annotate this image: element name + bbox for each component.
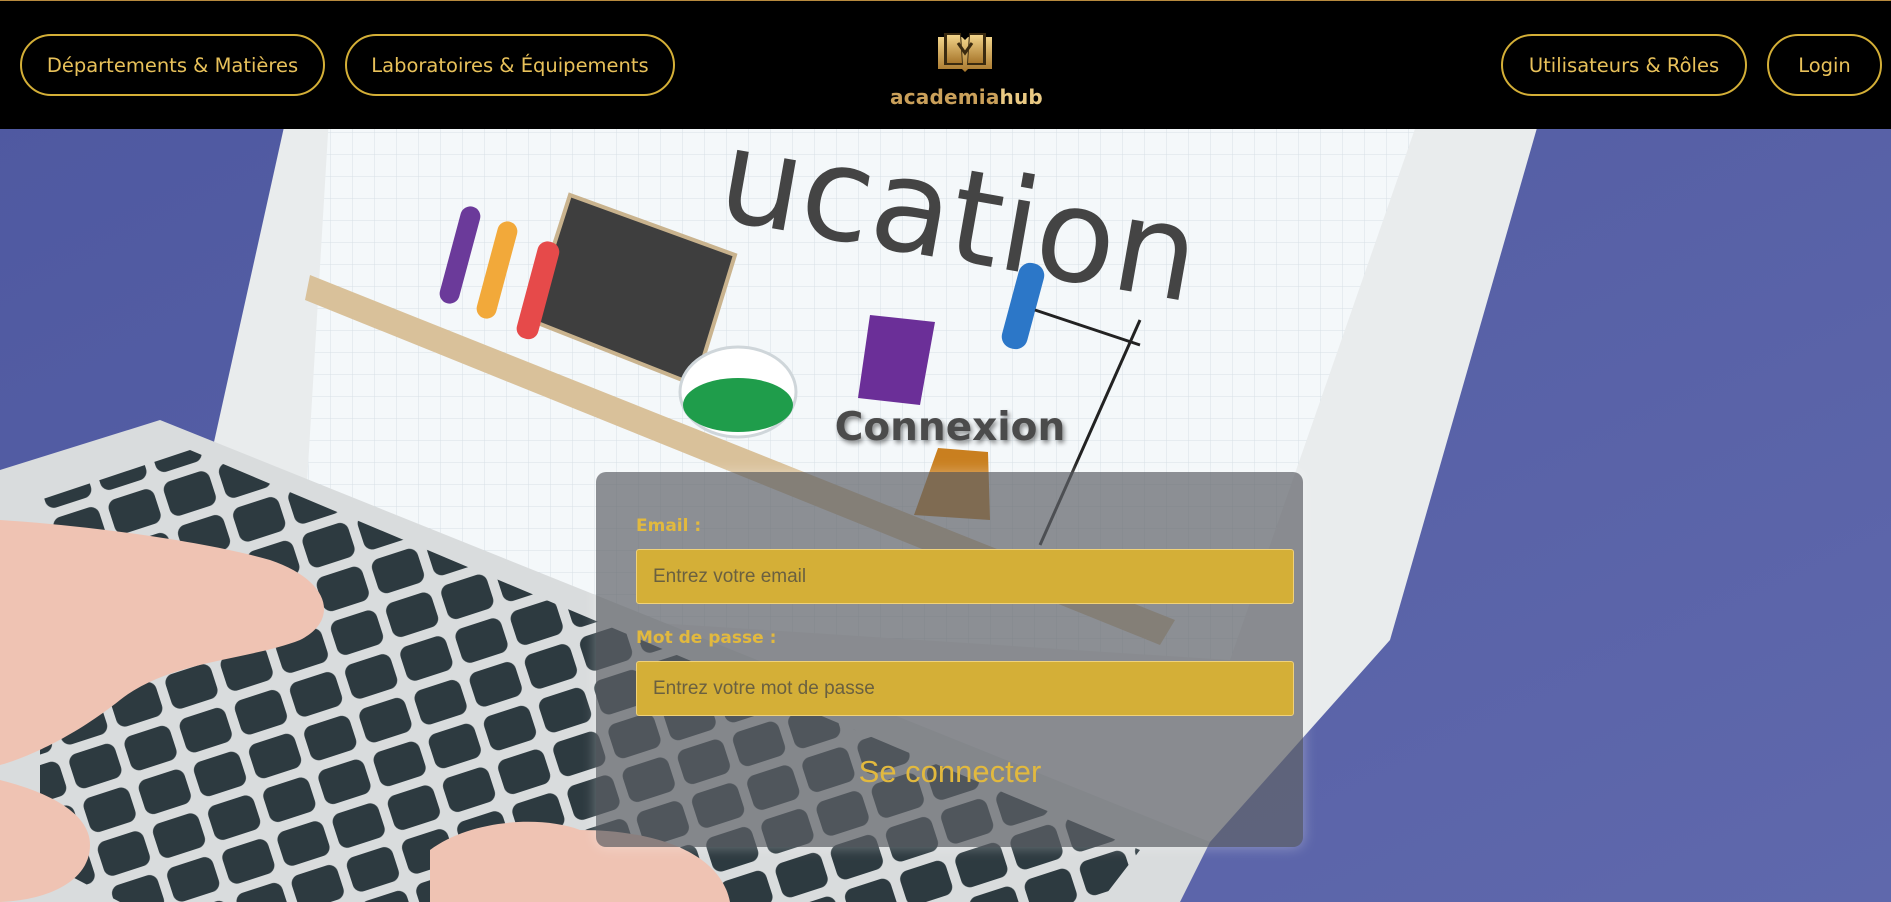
email-field[interactable] bbox=[636, 549, 1294, 604]
top-nav-bar: Départements & Matières Laboratoires & É… bbox=[0, 0, 1891, 129]
academiahub-logo[interactable]: academiahub bbox=[890, 31, 1043, 111]
nav-login-button[interactable]: Login bbox=[1767, 34, 1882, 96]
password-label: Mot de passe : bbox=[636, 628, 777, 648]
nav-laboratoires-button[interactable]: Laboratoires & Équipements bbox=[345, 34, 675, 96]
nav-departements-button[interactable]: Départements & Matières bbox=[20, 34, 325, 96]
login-submit-button[interactable]: Se connecter bbox=[796, 747, 1104, 797]
nav-utilisateurs-button[interactable]: Utilisateurs & Rôles bbox=[1501, 34, 1747, 96]
email-label: Email : bbox=[636, 516, 702, 536]
page-title: Connexion bbox=[834, 405, 1066, 450]
open-book-icon bbox=[938, 33, 992, 72]
login-form: Email : Mot de passe : Se connecter bbox=[596, 472, 1303, 847]
logo-wordmark: academiahub bbox=[890, 85, 1043, 109]
password-field[interactable] bbox=[636, 661, 1294, 716]
